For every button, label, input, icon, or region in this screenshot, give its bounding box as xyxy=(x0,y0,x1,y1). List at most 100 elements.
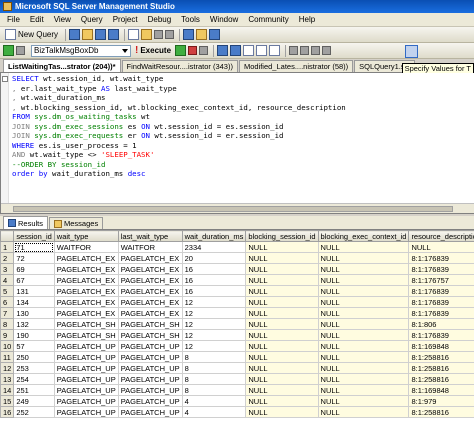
table-cell[interactable]: NULL xyxy=(317,318,410,330)
table-cell[interactable]: 132 xyxy=(13,318,55,330)
column-header-resource-description[interactable]: resource_description xyxy=(408,230,474,242)
scrollbar-thumb[interactable] xyxy=(13,206,453,212)
table-cell[interactable]: NULL xyxy=(245,252,319,264)
table-cell[interactable]: 254 xyxy=(13,373,55,385)
menu-window[interactable]: Window xyxy=(205,15,243,24)
table-row[interactable]: 5 131 PAGELATCH_EX PAGELATCH_EX 16 NULL NULL 8:… xyxy=(0,285,474,297)
table-cell[interactable]: 72 xyxy=(13,252,55,264)
table-cell[interactable]: NULL xyxy=(245,362,319,374)
row-number[interactable]: 9 xyxy=(0,329,15,341)
row-number[interactable]: 12 xyxy=(0,362,15,374)
table-cell[interactable]: 253 xyxy=(13,362,55,374)
table-row[interactable]: 8 132 PAGELATCH_SH PAGELATCH_SH 12 NULL NULL 8:… xyxy=(0,318,474,330)
table-cell[interactable]: 16 xyxy=(181,263,247,275)
table-cell[interactable]: 20 xyxy=(181,252,247,264)
table-cell[interactable]: PAGELATCH_UP xyxy=(53,373,119,385)
paste-icon[interactable] xyxy=(141,29,153,40)
table-cell[interactable]: PAGELATCH_SH xyxy=(117,329,183,341)
table-cell[interactable]: NULL xyxy=(245,340,319,352)
row-number[interactable]: 14 xyxy=(0,384,15,396)
table-cell[interactable]: PAGELATCH_EX xyxy=(53,274,119,286)
menu-debug[interactable]: Debug xyxy=(143,15,177,24)
results-to-grid-icon[interactable] xyxy=(256,45,268,56)
table-cell[interactable]: 8:1:169848 xyxy=(408,384,474,396)
table-row[interactable]: 15 249 PAGELATCH_UP PAGELATCH_UP 4 NULL NULL 8:… xyxy=(0,395,474,407)
database-selector[interactable]: BizTalkMsgBoxDb xyxy=(31,44,131,57)
parse-icon[interactable] xyxy=(199,46,209,55)
table-cell[interactable]: PAGELATCH_SH xyxy=(53,318,119,330)
table-cell[interactable]: PAGELATCH_EX xyxy=(53,263,119,275)
table-row[interactable]: 14 251 PAGELATCH_UP PAGELATCH_UP 8 NULL NULL 8:… xyxy=(0,384,474,396)
table-cell[interactable]: 8:1:258816 xyxy=(408,406,474,418)
menu-community[interactable]: Community xyxy=(243,15,293,24)
comment-icon[interactable] xyxy=(289,46,299,55)
table-cell[interactable]: 67 xyxy=(13,274,55,286)
table-cell[interactable]: 12 xyxy=(181,307,247,319)
menu-help[interactable]: Help xyxy=(294,15,320,24)
results-to-file-icon[interactable] xyxy=(269,45,281,56)
row-number[interactable]: 10 xyxy=(0,340,15,352)
table-cell[interactable]: 8:1:176839 xyxy=(408,285,474,297)
table-cell[interactable]: PAGELATCH_UP xyxy=(117,395,183,407)
table-cell[interactable]: PAGELATCH_SH xyxy=(117,318,183,330)
table-cell[interactable]: 12 xyxy=(181,296,247,308)
results-to-text-icon[interactable] xyxy=(243,45,255,56)
table-cell[interactable]: NULL xyxy=(245,384,319,396)
menu-tools[interactable]: Tools xyxy=(176,15,205,24)
sql-code[interactable]: SELECT wt.session_id, wt.wait_type, er.l… xyxy=(12,74,346,179)
table-row[interactable]: 11 250 PAGELATCH_UP PAGELATCH_UP 8 NULL NULL 8:… xyxy=(0,351,474,363)
row-number[interactable]: 16 xyxy=(0,406,15,418)
menu-file[interactable]: File xyxy=(2,15,25,24)
row-number[interactable]: 3 xyxy=(0,263,15,275)
table-cell[interactable]: PAGELATCH_UP xyxy=(117,384,183,396)
table-cell[interactable]: 8:1:176839 xyxy=(408,296,474,308)
table-cell[interactable]: 16 xyxy=(181,285,247,297)
redo-icon[interactable] xyxy=(165,30,175,39)
table-cell[interactable]: NULL xyxy=(317,395,410,407)
table-cell[interactable]: PAGELATCH_EX xyxy=(117,263,183,275)
table-cell[interactable]: 8:1:176839 xyxy=(408,252,474,264)
table-cell[interactable]: NULL xyxy=(317,373,410,385)
execute-button[interactable]: ! Execute xyxy=(135,45,171,56)
table-cell[interactable]: NULL xyxy=(245,241,319,253)
table-row[interactable]: 16 252 PAGELATCH_UP PAGELATCH_UP 4 NULL NULL 8:… xyxy=(0,406,474,418)
row-number[interactable]: 8 xyxy=(0,318,15,330)
query-options-icon[interactable] xyxy=(230,45,242,56)
table-row[interactable]: 2 72 PAGELATCH_EX PAGELATCH_EX 20 NULL NULL 8:1… xyxy=(0,252,474,264)
table-cell[interactable]: 8:1:258816 xyxy=(408,362,474,374)
table-row[interactable]: 10 57 PAGELATCH_UP PAGELATCH_UP 12 NULL NULL 8:… xyxy=(0,340,474,352)
column-header-wait-duration-ms[interactable]: wait_duration_ms xyxy=(181,230,247,242)
table-cell[interactable]: NULL xyxy=(317,351,410,363)
table-cell[interactable]: 12 xyxy=(181,329,247,341)
table-cell[interactable]: NULL xyxy=(317,384,410,396)
table-cell[interactable]: 8:1:176757 xyxy=(408,274,474,286)
table-cell[interactable]: NULL xyxy=(317,362,410,374)
table-cell[interactable]: NULL xyxy=(245,329,319,341)
display-plan-icon[interactable] xyxy=(217,45,229,56)
table-cell[interactable]: PAGELATCH_EX xyxy=(53,285,119,297)
table-cell[interactable]: NULL xyxy=(245,285,319,297)
table-cell[interactable]: NULL xyxy=(317,252,410,264)
row-number[interactable]: 11 xyxy=(0,351,15,363)
results-grid[interactable]: session_id wait_type last_wait_type wait_du… xyxy=(0,230,474,436)
table-cell[interactable]: NULL xyxy=(245,296,319,308)
table-cell[interactable]: 8 xyxy=(181,351,247,363)
table-cell[interactable]: PAGELATCH_UP xyxy=(117,406,183,418)
table-cell[interactable]: NULL xyxy=(317,340,410,352)
save-icon[interactable] xyxy=(95,29,107,40)
document-tab-1[interactable]: ListWaitingTas...strator (204))* xyxy=(3,59,121,72)
table-cell[interactable]: NULL xyxy=(317,307,410,319)
result-tab-messages[interactable]: Messages xyxy=(49,217,104,229)
table-cell[interactable]: PAGELATCH_UP xyxy=(117,351,183,363)
cancel-query-icon[interactable] xyxy=(188,46,198,55)
table-cell[interactable]: 130 xyxy=(13,307,55,319)
table-row[interactable]: 12 253 PAGELATCH_UP PAGELATCH_UP 8 NULL NULL 8:… xyxy=(0,362,474,374)
row-number[interactable]: 5 xyxy=(0,285,15,297)
table-cell[interactable]: 16 xyxy=(181,274,247,286)
table-cell[interactable]: PAGELATCH_EX xyxy=(117,296,183,308)
table-cell[interactable]: 8 xyxy=(181,362,247,374)
menu-edit[interactable]: Edit xyxy=(25,15,49,24)
table-cell[interactable]: 4 xyxy=(181,406,247,418)
column-header-last-wait-type[interactable]: last_wait_type xyxy=(117,230,183,242)
table-cell[interactable]: NULL xyxy=(245,395,319,407)
